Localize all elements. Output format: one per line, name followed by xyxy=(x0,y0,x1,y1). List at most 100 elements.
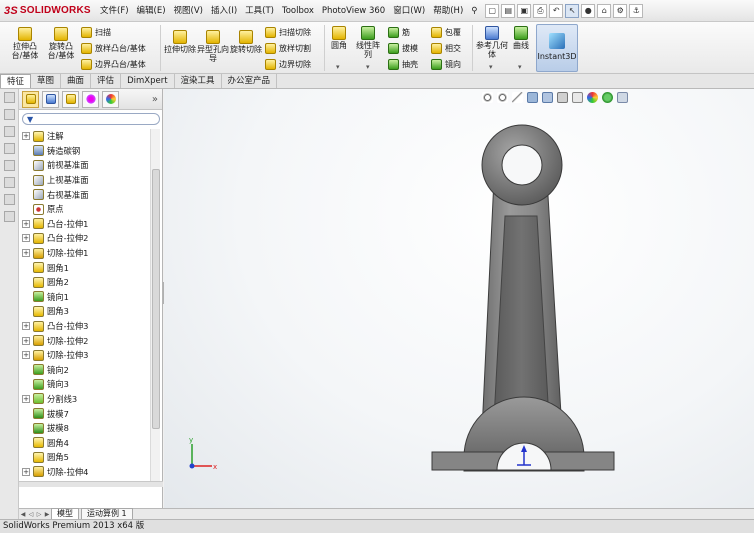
property-manager-tab[interactable] xyxy=(42,90,59,108)
display-manager-tab[interactable] xyxy=(102,90,119,108)
toolbox-icon[interactable] xyxy=(4,211,15,222)
menu-insert[interactable]: 插入(I) xyxy=(207,0,241,22)
feature-tree-item[interactable]: 上视基准面 xyxy=(19,173,151,188)
graphics-viewport[interactable]: y x xyxy=(164,89,754,508)
draft-button[interactable]: 拔模 xyxy=(388,41,418,55)
pin-icon[interactable]: ⚲ xyxy=(467,0,481,22)
feature-tree-item[interactable]: 圆角1 xyxy=(19,260,151,275)
expand-toggle-icon[interactable]: + xyxy=(22,322,30,331)
appearances-icon[interactable] xyxy=(4,160,15,171)
options-icon[interactable]: ⚙ xyxy=(613,3,628,18)
feature-tree-item[interactable]: 圆角2 xyxy=(19,275,151,290)
tab-render-tools[interactable]: 渲染工具 xyxy=(175,74,222,88)
expand-toggle-icon[interactable]: + xyxy=(22,132,30,141)
menu-photoview[interactable]: PhotoView 360 xyxy=(318,0,389,22)
feature-tree-item[interactable]: 圆角3 xyxy=(19,304,151,319)
boundary-boss-button[interactable]: 边界凸台/基体 xyxy=(81,57,146,71)
fillet-dropdown-icon[interactable]: ▾ xyxy=(336,63,340,71)
menu-toolbox[interactable]: Toolbox xyxy=(278,0,318,22)
expand-toggle-icon[interactable]: + xyxy=(22,234,30,243)
menu-help[interactable]: 帮助(H) xyxy=(429,0,467,22)
previous-tab-icon[interactable]: ◁ xyxy=(27,511,35,518)
instant3d-button[interactable]: Instant3D xyxy=(536,24,578,72)
revolve-cut-button[interactable]: 旋转切除 xyxy=(230,30,262,54)
expand-toggle-icon[interactable]: + xyxy=(22,351,30,360)
expand-toggle-icon[interactable]: + xyxy=(22,249,30,258)
part-model[interactable] xyxy=(164,89,754,508)
undo-icon[interactable]: ↶ xyxy=(549,3,564,18)
extrude-boss-button[interactable]: 拉伸凸台/基体 xyxy=(8,27,42,60)
feature-tree-item[interactable]: 拔模8 xyxy=(19,421,151,436)
rib-button[interactable]: 筋 xyxy=(388,25,410,39)
view-palette-icon[interactable] xyxy=(4,143,15,154)
reference-geometry-button[interactable]: 参考几何体 xyxy=(476,26,508,59)
menu-tools[interactable]: 工具(T) xyxy=(241,0,278,22)
feature-tree-item[interactable]: 拔模7 xyxy=(19,406,151,421)
menu-file[interactable]: 文件(F) xyxy=(96,0,133,22)
rebuild-icon[interactable]: ● xyxy=(581,3,596,18)
new-document-icon[interactable]: ▢ xyxy=(485,3,500,18)
sweep-button[interactable]: 扫描 xyxy=(81,25,111,39)
tab-features[interactable]: 特征 xyxy=(0,74,32,88)
curves-dropdown-icon[interactable]: ▾ xyxy=(518,63,522,71)
forum-icon[interactable] xyxy=(4,194,15,205)
feature-tree-item[interactable]: + 分割线3 xyxy=(19,392,151,407)
file-properties-icon[interactable]: ⌂ xyxy=(597,3,612,18)
scrollbar-thumb[interactable] xyxy=(152,169,160,429)
search-help-icon[interactable]: ⚓ xyxy=(629,3,644,18)
menu-view[interactable]: 视图(V) xyxy=(170,0,207,22)
lofted-cut-button[interactable]: 放样切割 xyxy=(265,41,311,55)
feature-tree-item[interactable]: 镜向1 xyxy=(19,290,151,305)
save-icon[interactable]: ▣ xyxy=(517,3,532,18)
feature-tree-scrollbar[interactable] xyxy=(150,129,160,481)
feature-tree-item[interactable]: + 切除-拉伸3 xyxy=(19,348,151,363)
tab-office-products[interactable]: 办公室产品 xyxy=(222,74,278,88)
print-icon[interactable]: ⎙ xyxy=(533,3,548,18)
mirror-button[interactable]: 镜向 xyxy=(431,57,461,71)
last-tab-icon[interactable]: ▶ xyxy=(43,511,51,518)
curves-button[interactable]: 曲线 xyxy=(510,26,532,50)
custom-properties-icon[interactable] xyxy=(4,177,15,188)
feature-tree-item[interactable]: + 凸台-拉伸3 xyxy=(19,319,151,334)
loft-button[interactable]: 放样凸台/基体 xyxy=(81,41,146,55)
revolve-boss-button[interactable]: 旋转凸台/基体 xyxy=(44,27,78,60)
feature-tree-item[interactable]: 圆角4 xyxy=(19,435,151,450)
feature-tree-item[interactable]: 镜向3 xyxy=(19,377,151,392)
feature-tree-item[interactable]: 右视基准面 xyxy=(19,187,151,202)
tab-sketch[interactable]: 草图 xyxy=(31,74,62,88)
configuration-manager-tab[interactable] xyxy=(62,90,79,108)
linear-pattern-button[interactable]: 线性阵列 xyxy=(353,26,383,59)
shell-button[interactable]: 抽壳 xyxy=(388,57,418,71)
pattern-dropdown-icon[interactable]: ▾ xyxy=(366,63,370,71)
next-tab-icon[interactable]: ▷ xyxy=(35,511,43,518)
feature-tree-item[interactable]: 原点 xyxy=(19,202,151,217)
expand-toggle-icon[interactable]: + xyxy=(22,467,30,476)
file-explorer-icon[interactable] xyxy=(4,126,15,137)
expand-toggle-icon[interactable]: + xyxy=(22,219,30,228)
expand-toggle-icon[interactable]: + xyxy=(22,336,30,345)
wrap-button[interactable]: 包覆 xyxy=(431,25,461,39)
feature-tree-item[interactable]: 圆角5 xyxy=(19,450,151,465)
ref-geometry-dropdown-icon[interactable]: ▾ xyxy=(489,63,493,71)
menu-edit[interactable]: 编辑(E) xyxy=(133,0,170,22)
swept-cut-button[interactable]: 扫描切除 xyxy=(265,25,311,39)
extrude-cut-button[interactable]: 拉伸切除 xyxy=(164,30,196,54)
feature-tree-item[interactable]: + 注解 xyxy=(19,129,151,144)
feature-tree-item[interactable]: + 切除-拉伸1 xyxy=(19,246,151,261)
feature-tree-item[interactable]: 前视基准面 xyxy=(19,158,151,173)
first-tab-icon[interactable]: ◀ xyxy=(19,511,27,518)
hole-wizard-button[interactable]: 异型孔向导 xyxy=(197,30,229,63)
boundary-cut-button[interactable]: 边界切除 xyxy=(265,57,311,71)
design-library-icon[interactable] xyxy=(4,109,15,120)
solidworks-logo[interactable]: 3S SOLIDWORKS xyxy=(0,5,96,17)
tab-dimxpert[interactable]: DimXpert xyxy=(121,74,175,88)
tab-evaluate[interactable]: 评估 xyxy=(91,74,122,88)
feature-tree-item[interactable]: + 切除-拉伸4 xyxy=(19,465,151,480)
feature-filter-input[interactable]: ▼ xyxy=(22,113,160,125)
intersect-button[interactable]: 相交 xyxy=(431,41,461,55)
open-folder-icon[interactable]: ▤ xyxy=(501,3,516,18)
dimxpert-manager-tab[interactable] xyxy=(82,90,99,108)
feature-tree-item[interactable]: + 切除-拉伸2 xyxy=(19,333,151,348)
feature-tree-item[interactable]: 镜向2 xyxy=(19,363,151,378)
tab-surfaces[interactable]: 曲面 xyxy=(61,74,92,88)
